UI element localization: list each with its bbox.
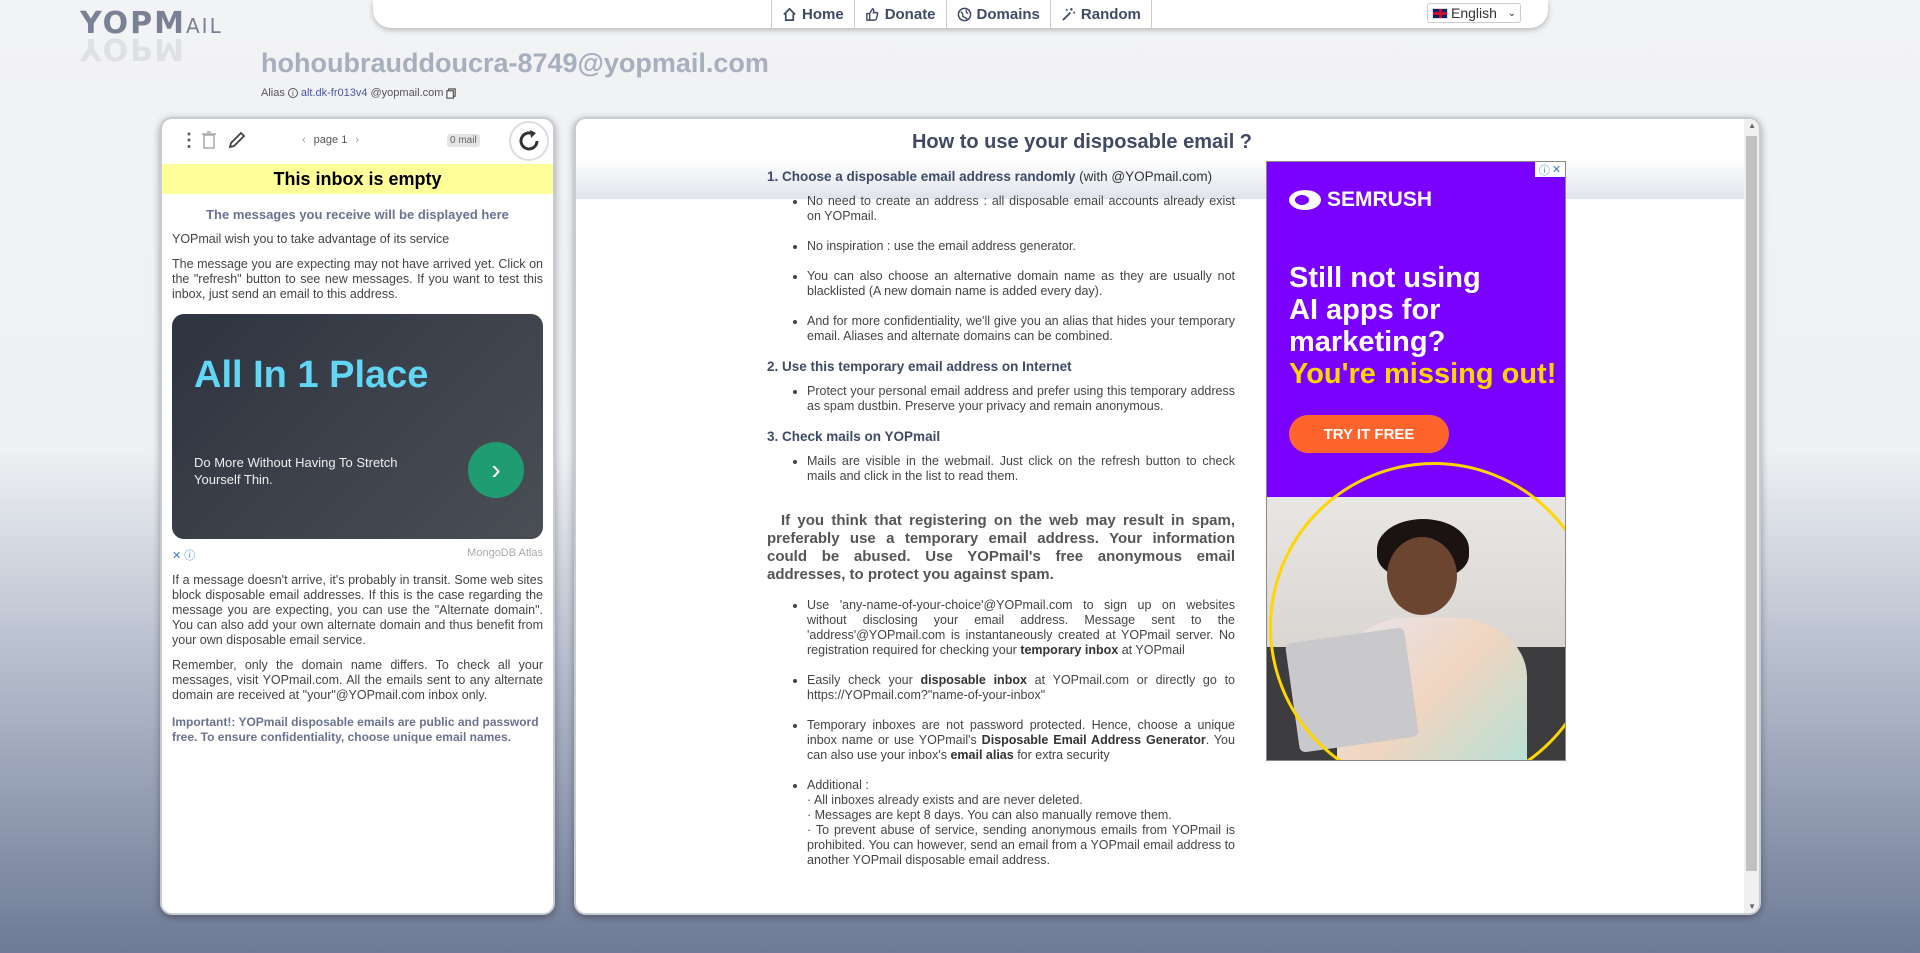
ad-sponsor: MongoDB Atlas [467, 547, 543, 559]
list-item: And for more confidentiality, we'll give… [807, 314, 1235, 344]
alias-row: Alias i alt.dk-fr013v4 @yopmail.com [261, 87, 457, 99]
inbox-paragraph: The message you are expecting may not ha… [172, 257, 543, 301]
list-item: Mails are visible in the webmail. Just c… [807, 454, 1235, 484]
list-item: No need to create an address : all dispo… [807, 194, 1235, 224]
magic-wand-icon [1062, 7, 1075, 21]
list-item: You can also choose an alternative domai… [807, 269, 1235, 299]
nav-donate[interactable]: Donate [855, 0, 947, 28]
ad-arrow-button[interactable]: › [468, 442, 524, 498]
ad-close-info-icon[interactable]: ⓘ ✕ [1535, 162, 1565, 177]
list-item: Use 'any-name-of-your-choice'@YOPmail.co… [807, 598, 1235, 658]
list-item: Additional : · All inboxes already exist… [807, 778, 1235, 868]
list-item: Temporary inboxes are not password prote… [807, 718, 1235, 763]
nav-donate-label: Donate [884, 5, 936, 23]
list-item: Easily check your disposable inbox at YO… [807, 673, 1235, 703]
ad-close-info-icon[interactable]: ✕ ⓘ [172, 547, 195, 563]
inbox-toolbar: ⋮ ‹ page 1 › 0 mail [162, 119, 553, 164]
guide-list: Protect your personal email address and … [807, 384, 1235, 414]
refresh-icon [519, 130, 539, 151]
scrollbar[interactable]: ▲ ▼ [1744, 119, 1759, 913]
compose-pencil-icon[interactable] [227, 130, 247, 150]
alias-label: Alias [261, 87, 285, 99]
inbox-panel: ⋮ ‹ page 1 › 0 mail This inbox is empty … [160, 117, 555, 915]
scrollbar-thumb[interactable] [1746, 136, 1757, 871]
home-icon [783, 7, 796, 21]
pagination: ‹ page 1 › [302, 134, 359, 146]
uk-flag-icon [1432, 7, 1448, 19]
ad-title: All In 1 Place [194, 354, 429, 396]
logo-reflection: YOPM [80, 31, 186, 66]
list-item: Protect your personal email address and … [807, 384, 1235, 414]
info-icon[interactable]: i [287, 88, 298, 98]
ad-headline: Still not using AI apps for marketing? Y… [1289, 262, 1557, 390]
language-value: English [1451, 5, 1497, 21]
important-notice: Important!: YOPmail disposable emails ar… [172, 715, 539, 744]
message-panel: How to use your disposable email ? 1. Ch… [574, 117, 1761, 915]
nav-home[interactable]: Home [772, 0, 855, 28]
guide-section-title: 1. Choose a disposable email address ran… [767, 169, 1213, 184]
refresh-button[interactable] [509, 121, 549, 161]
guide-title: How to use your disposable email ? [911, 131, 1253, 153]
next-page-icon[interactable]: › [355, 134, 359, 146]
inbox-subtitle: The messages you receive will be display… [206, 207, 509, 222]
guide-list: Mails are visible in the webmail. Just c… [807, 454, 1235, 484]
trash-icon[interactable] [202, 131, 216, 149]
guide-content: 1. Choose a disposable email address ran… [767, 169, 1235, 883]
semrush-logo-icon [1289, 190, 1321, 210]
try-it-free-button[interactable]: TRY IT FREE [1289, 415, 1449, 453]
nav-domains[interactable]: Domains [947, 0, 1051, 28]
nav-links: Home Donate Domains Random [771, 0, 1152, 28]
language-select[interactable]: English ⌄ [1427, 3, 1521, 23]
thumbs-up-icon [865, 7, 879, 21]
guide-list: Use 'any-name-of-your-choice'@YOPmail.co… [807, 598, 1235, 868]
top-navigation: Home Donate Domains Random English ⌄ [373, 0, 1548, 28]
semrush-logo: SEMRUSH [1289, 188, 1432, 212]
more-options-icon[interactable]: ⋮ [180, 131, 198, 149]
scroll-up-icon[interactable]: ▲ [1748, 121, 1756, 130]
semrush-ad[interactable]: ⓘ ✕ SEMRUSH Still not using AI apps for m… [1266, 161, 1566, 761]
alias-value[interactable]: alt.dk-fr013v4 [301, 87, 368, 99]
scroll-down-icon[interactable]: ▼ [1748, 902, 1756, 911]
nav-random-label: Random [1080, 5, 1141, 23]
chevron-down-icon: ⌄ [1507, 7, 1516, 19]
empty-inbox-banner: This inbox is empty [162, 164, 553, 194]
globe-icon [957, 7, 971, 21]
prev-page-icon[interactable]: ‹ [302, 134, 306, 146]
spam-warning-text: If you think that registering on the web… [767, 512, 1235, 583]
alias-domain: @yopmail.com [370, 87, 444, 99]
nav-random[interactable]: Random [1051, 0, 1152, 28]
ad-text: Do More Without Having To Stretch Yourse… [194, 455, 398, 487]
inbox-paragraph: Remember, only the domain name differs. … [172, 658, 543, 702]
current-email-address: hohoubrauddoucra-8749@yopmail.com [261, 48, 769, 78]
chevron-right-icon: › [491, 454, 501, 485]
yopmail-logo[interactable]: YOPMAIL YOPM [80, 6, 260, 66]
guide-section-title: 2. Use this temporary email address on I… [767, 359, 1072, 374]
copy-icon[interactable] [446, 87, 457, 99]
nav-domains-label: Domains [976, 5, 1040, 23]
mail-count-badge: 0 mail [447, 134, 480, 147]
page-label: page 1 [313, 134, 348, 146]
guide-section-title: 3. Check mails on YOPmail [767, 429, 941, 444]
ad-footer: ✕ ⓘ MongoDB Atlas [172, 547, 543, 563]
inbox-paragraph: If a message doesn't arrive, it's probab… [172, 573, 543, 647]
nav-home-label: Home [802, 5, 844, 23]
list-item: No inspiration : use the email address g… [807, 239, 1235, 254]
guide-list: No need to create an address : all dispo… [807, 194, 1235, 344]
inbox-paragraph: YOPmail wish you to take advantage of it… [172, 232, 450, 246]
mongodb-ad[interactable]: All In 1 Place Do More Without Having To… [172, 314, 543, 539]
